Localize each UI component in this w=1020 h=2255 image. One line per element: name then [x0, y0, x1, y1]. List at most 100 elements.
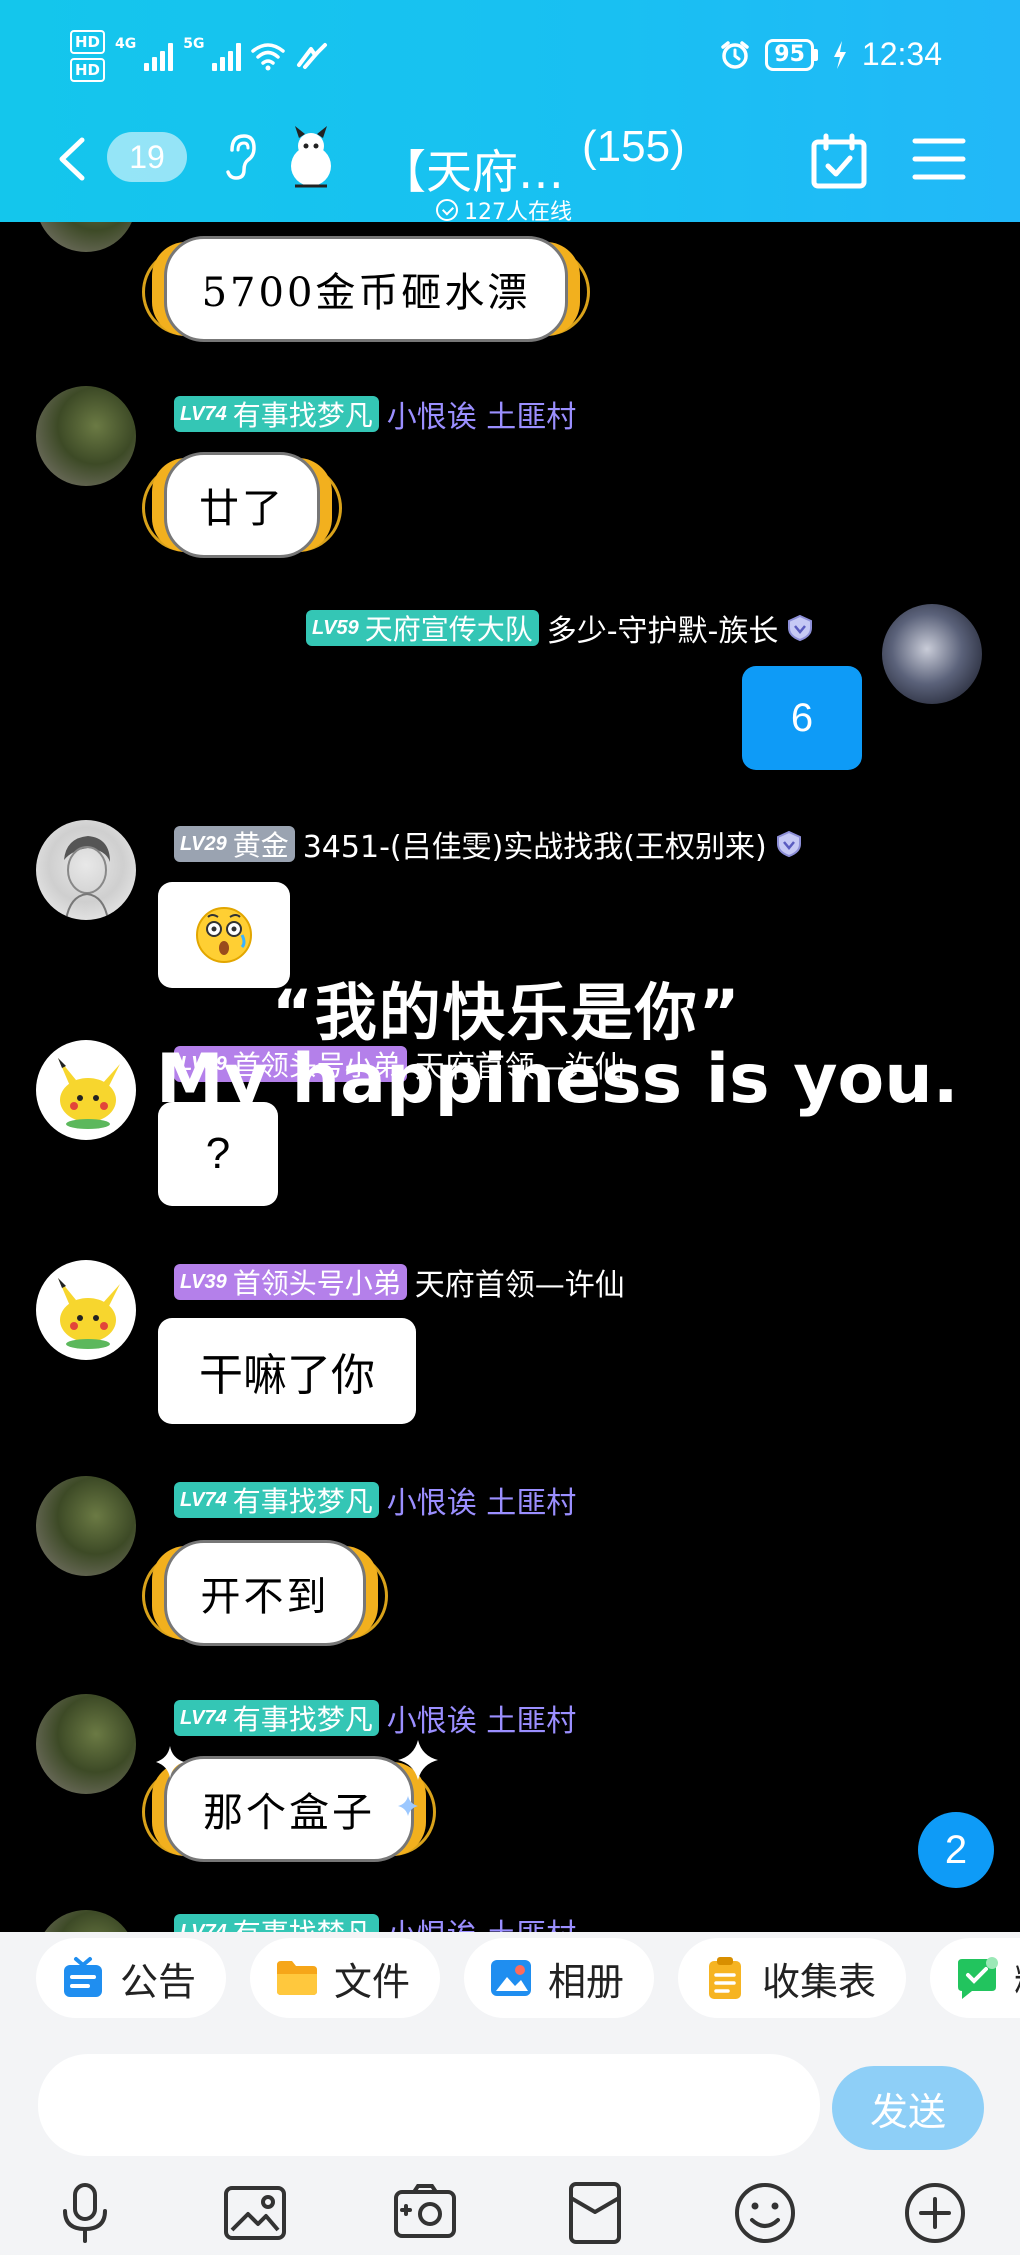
sender-avatar[interactable]	[36, 1910, 136, 1932]
overlay-lyric-chinese: “我的快乐是你”	[272, 976, 742, 1049]
camera-icon	[394, 2184, 456, 2238]
sender-avatar[interactable]	[36, 386, 136, 486]
announcement-icon	[64, 1957, 102, 1997]
signal-icon-2	[212, 41, 242, 71]
level-badge: LV74 有事找梦凡	[174, 1700, 379, 1736]
hd-badge-1: HD	[70, 30, 106, 54]
message-bubble[interactable]: 开不到	[164, 1540, 366, 1646]
unread-count-badge[interactable]: 19	[107, 132, 187, 182]
image-icon	[224, 2186, 286, 2240]
sender-avatar[interactable]	[36, 222, 136, 252]
microphone-icon	[63, 2183, 107, 2243]
image-button[interactable]	[220, 2178, 290, 2248]
overlay-lyric-english: My happiness is you.	[156, 1040, 959, 1119]
message-bubble[interactable]	[158, 882, 290, 988]
status-right: 95 12:34	[719, 36, 942, 73]
plus-icon	[905, 2183, 965, 2243]
chat-header: HD HD 4G 5G 95 12:34 19 【天府… (155) 127人在…	[0, 0, 1020, 225]
sender-avatar[interactable]	[36, 820, 136, 920]
level-number: LV29	[180, 832, 227, 855]
message-bubble[interactable]: 5700金币砸水漂	[164, 236, 568, 342]
red-packet-button[interactable]	[560, 2178, 630, 2248]
sender-nickname: 小恨诶 土匪村	[387, 1910, 577, 1932]
sender-avatar[interactable]	[36, 1040, 136, 1140]
red-packet-icon	[569, 2182, 621, 2244]
send-button[interactable]: 发送	[832, 2066, 984, 2150]
level-title: 首领头号小弟	[232, 1267, 401, 1300]
voice-button[interactable]	[50, 2178, 120, 2248]
level-number: LV74	[180, 1706, 227, 1729]
level-badge: LV74 有事找梦凡	[174, 1914, 379, 1932]
sender-avatar[interactable]	[36, 1476, 136, 1576]
signal-icon	[144, 41, 174, 71]
sender-nickname: 天府首领—许仙	[414, 1268, 625, 1303]
message-input[interactable]	[38, 2054, 820, 2156]
quick-action-label: 精	[1014, 1951, 1020, 2006]
album-icon	[491, 1960, 532, 1996]
quick-action-essence[interactable]: 精	[930, 1938, 1020, 2018]
sender-info: LV74 有事找梦凡 小恨诶 土匪村	[174, 1478, 576, 1522]
quick-action-bar[interactable]: 公告 文件 相册 收集表	[0, 1932, 1020, 2024]
group-avatar[interactable]	[285, 126, 337, 188]
more-button[interactable]	[900, 2178, 970, 2248]
level-number: LV39	[180, 1270, 227, 1293]
quick-action-label: 公告	[120, 1959, 197, 2004]
online-check-icon	[436, 199, 458, 221]
status-left: HD HD 4G 5G	[70, 30, 329, 82]
hd-badge-2: HD	[70, 58, 106, 82]
quick-action-announcement[interactable]: 公告	[36, 1938, 227, 2018]
level-title: 有事找梦凡	[232, 1703, 373, 1736]
level-title: 有事找梦凡	[232, 399, 373, 432]
quick-action-label: 收集表	[762, 1959, 877, 2004]
quick-action-label: 文件	[334, 1959, 411, 2004]
wifi-icon	[251, 43, 286, 71]
camera-button[interactable]	[390, 2178, 460, 2248]
essence-icon	[958, 1957, 999, 1999]
sketch-portrait-icon	[64, 836, 110, 920]
sender-info: LV59 天府宣传大队 多少-守护默-族长	[306, 606, 814, 650]
level-badge: LV39 首领头号小弟	[174, 1264, 407, 1300]
message-bubble[interactable]: 干嘛了你	[158, 1318, 416, 1424]
quick-action-album[interactable]: 相册	[464, 1938, 655, 2018]
composer: 发送	[0, 2054, 1020, 2156]
pikachu-icon	[58, 1058, 120, 1129]
ear-icon[interactable]	[222, 132, 258, 182]
toolbar	[0, 2178, 1020, 2248]
alarm-icon	[721, 40, 750, 69]
sender-nickname: 小恨诶 土匪村	[386, 1486, 577, 1521]
my-avatar[interactable]	[882, 604, 982, 704]
sender-nickname: 3451-(吕佳雯)实战找我(王权别来)	[302, 830, 767, 865]
shield-icon	[776, 830, 801, 858]
sender-avatar[interactable]	[36, 1694, 136, 1794]
network-type-2: 5G	[183, 36, 205, 52]
new-message-badge[interactable]: 2	[918, 1812, 994, 1888]
sender-nickname: 多少-守护默-族长	[546, 614, 779, 649]
quick-action-files[interactable]: 文件	[250, 1938, 441, 2018]
menu-icon[interactable]	[912, 136, 966, 182]
battery-level: 95	[765, 38, 814, 71]
message-bubble[interactable]: 廿了	[164, 452, 320, 558]
back-arrow-icon[interactable]	[52, 134, 92, 184]
sparkle-icon	[156, 1746, 184, 1778]
calendar-check-icon[interactable]	[810, 132, 868, 190]
level-badge: LV74 有事找梦凡	[174, 396, 379, 432]
network-type-1: 4G	[115, 36, 137, 52]
emoji-button[interactable]	[730, 2178, 800, 2248]
level-number: LV74	[180, 402, 227, 425]
nfc-icon	[297, 43, 328, 69]
sender-info: LV74 有事找梦凡 小恨诶 土匪村	[174, 392, 576, 436]
sender-avatar[interactable]	[36, 1260, 136, 1360]
message-list[interactable]: 5700金币砸水漂 LV74 有事找梦凡 小恨诶 土匪村 廿了 LV59 天府宣…	[0, 222, 1020, 1932]
group-title[interactable]: 【天府…	[380, 136, 564, 202]
quick-action-form[interactable]: 收集表	[678, 1938, 907, 2018]
message-bubble[interactable]: 那个盒子	[164, 1756, 414, 1862]
level-badge: LV59 天府宣传大队	[306, 610, 539, 646]
folder-icon	[277, 1961, 318, 1995]
pikachu-icon	[58, 1278, 120, 1349]
message-bubble[interactable]: 6	[742, 666, 862, 770]
member-count[interactable]: (155)	[582, 122, 685, 172]
level-title: 天府宣传大队	[364, 613, 533, 646]
input-panel: 公告 文件 相册 收集表 发送	[0, 1932, 1020, 2255]
clock: 12:34	[861, 36, 942, 72]
level-title: 有事找梦凡	[232, 1485, 373, 1518]
